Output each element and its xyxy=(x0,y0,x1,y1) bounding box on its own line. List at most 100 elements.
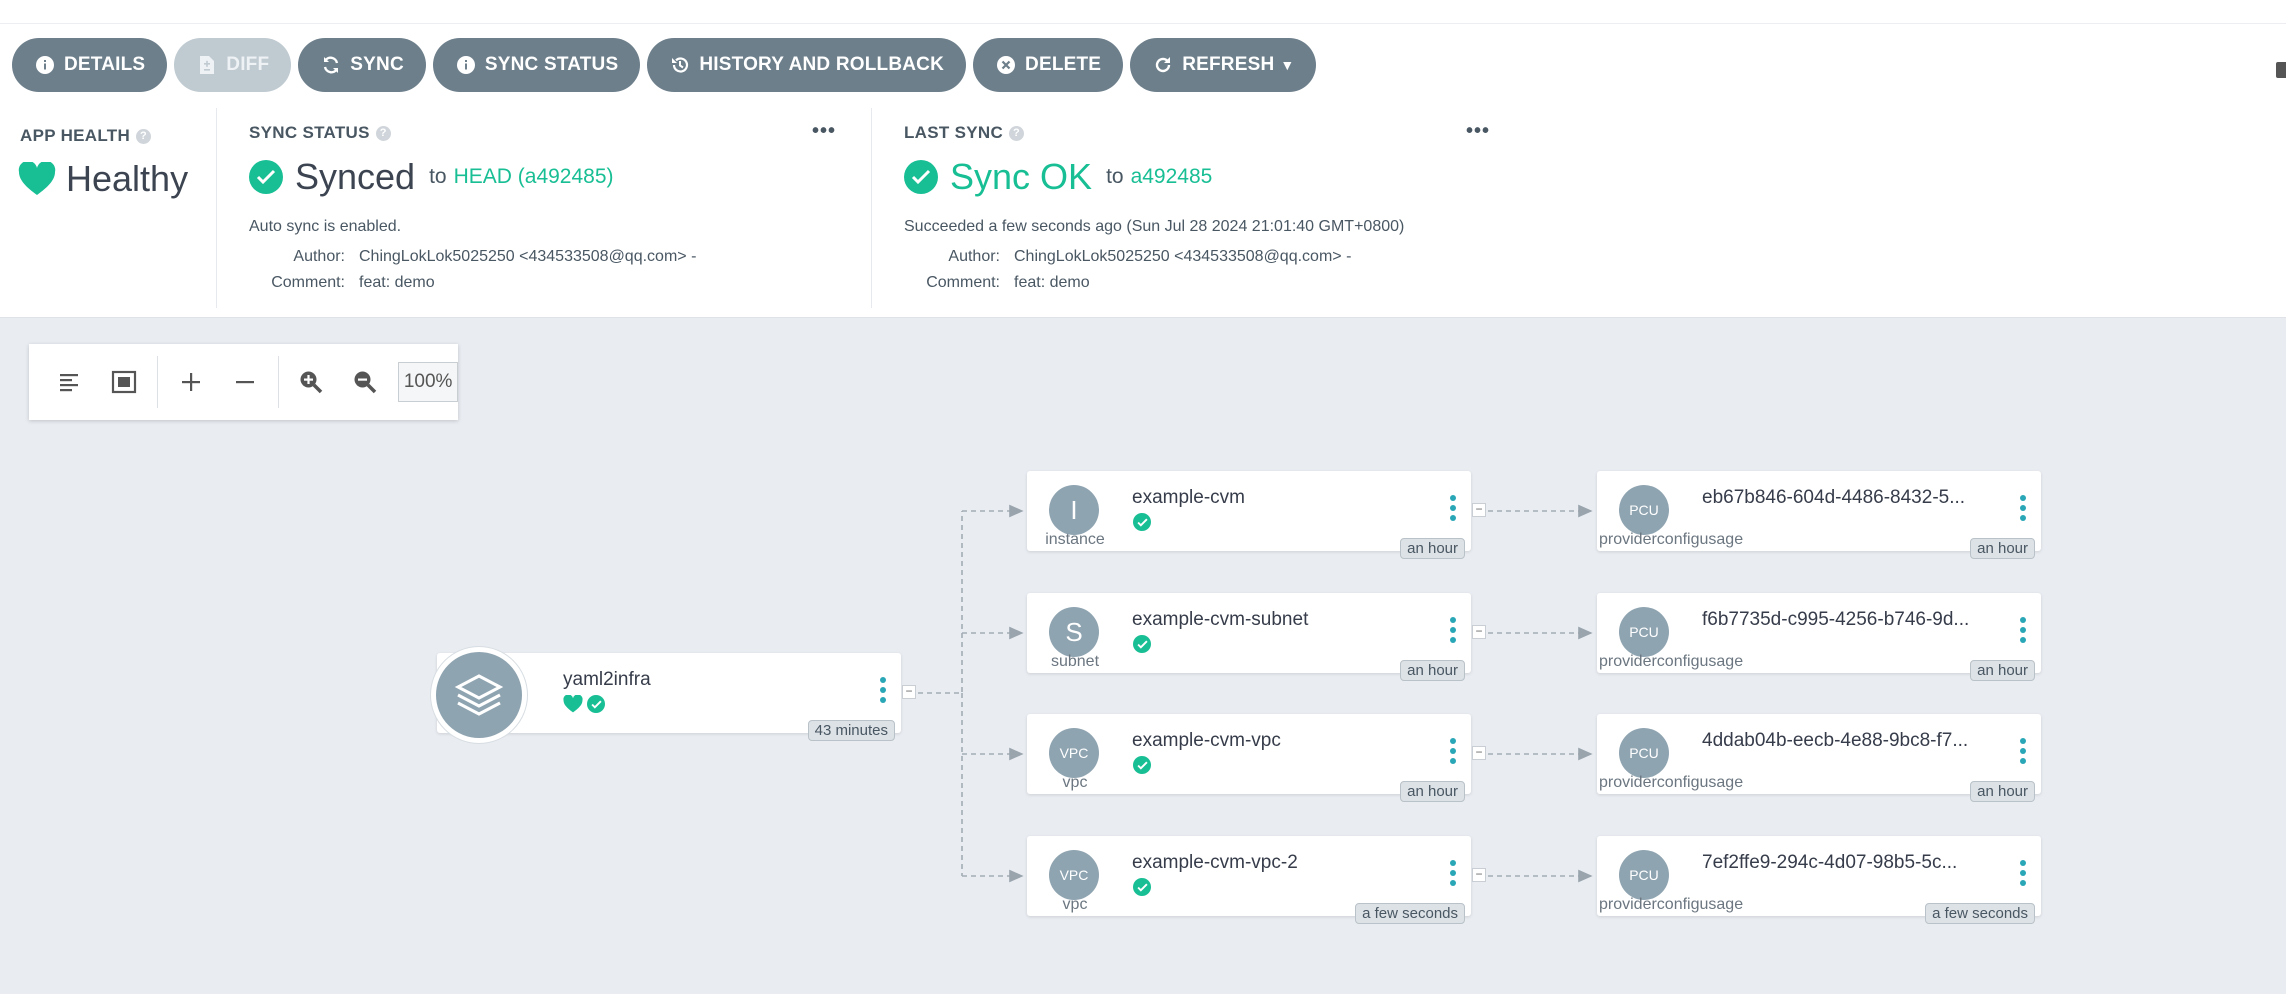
node-age-badge: an hour xyxy=(1970,538,2035,559)
heart-icon xyxy=(18,162,56,195)
resource-kind-icon: VPC xyxy=(1049,728,1099,778)
resource-kind-icon-label: PCU xyxy=(1629,624,1659,640)
node-menu-icon[interactable] xyxy=(1449,617,1457,643)
node-age-badge: a few seconds xyxy=(1925,903,2035,924)
node-age-badge: an hour xyxy=(1400,781,1465,802)
node-age-badge: an hour xyxy=(1400,538,1465,559)
help-icon[interactable]: ? xyxy=(375,125,391,141)
resource-kind-icon: PCU xyxy=(1619,607,1669,657)
node-status xyxy=(1133,878,1151,896)
check-circle-icon xyxy=(904,160,938,194)
heart-icon xyxy=(563,695,583,713)
child-resource-node[interactable]: PCU providerconfigusage 7ef2ffe9-294c-4d07… xyxy=(1597,836,2041,924)
node-menu-icon[interactable] xyxy=(2019,860,2027,886)
child-resource-node[interactable]: PCU providerconfigusage f6b7735d-c995-4256… xyxy=(1597,593,2041,681)
help-icon[interactable]: ? xyxy=(136,128,152,144)
lock-icon xyxy=(2276,62,2286,78)
resource-kind-icon: S xyxy=(1049,607,1099,657)
resource-kind-icon: PCU xyxy=(1619,485,1669,535)
last-sync-value: Sync OK xyxy=(950,156,1093,197)
node-age-badge: an hour xyxy=(1970,781,2035,802)
app-toolbar: DETAILS DIFF SYNC SYNC STATUS HISTORY AN… xyxy=(12,38,1317,92)
node-name: example-cvm-subnet xyxy=(1132,609,1309,630)
author-label: Author: xyxy=(948,248,1000,265)
app-health-value: Healthy xyxy=(66,158,189,199)
node-menu-icon[interactable] xyxy=(1449,738,1457,764)
resource-kind-icon-label: PCU xyxy=(1629,745,1659,761)
comment-value: feat: demo xyxy=(359,274,435,291)
history-rollback-button[interactable]: HISTORY AND ROLLBACK xyxy=(647,38,967,92)
file-diff-icon xyxy=(196,54,218,76)
node-menu-icon[interactable] xyxy=(1449,860,1457,886)
node-name: example-cvm-vpc-2 xyxy=(1132,852,1298,873)
resource-kind-icon: I xyxy=(1049,485,1099,535)
delete-label: DELETE xyxy=(1025,54,1102,75)
sync-status-revision-link[interactable]: HEAD (a492485) xyxy=(454,165,614,189)
node-menu-icon[interactable] xyxy=(2019,738,2027,764)
refresh-label: REFRESH xyxy=(1182,54,1275,75)
collapse-toggle[interactable]: − xyxy=(1472,868,1486,882)
author-value: ChingLokLok5025250 <434533508@qq.com> - xyxy=(1014,248,1352,265)
sync-status-title-text: SYNC STATUS xyxy=(249,123,370,142)
history-label: HISTORY AND ROLLBACK xyxy=(699,54,945,75)
sync-status-panel: SYNC STATUS ? ••• Synced to HEAD (a49248… xyxy=(217,104,871,312)
sync-status-more-icon[interactable]: ••• xyxy=(812,120,836,143)
resource-kind: vpc xyxy=(1062,896,1088,913)
app-health-title-text: APP HEALTH xyxy=(20,126,131,145)
help-icon[interactable]: ? xyxy=(1009,125,1025,141)
caret-down-icon: ▼ xyxy=(1280,57,1295,73)
check-circle-icon xyxy=(1133,513,1151,531)
resource-node[interactable]: VPC vpc example-cvm-vpc an hour − xyxy=(1027,714,1486,802)
node-name: example-cvm xyxy=(1132,487,1245,508)
check-circle-icon xyxy=(587,695,605,713)
resource-kind: providerconfigusage xyxy=(1599,774,1744,791)
node-name: f6b7735d-c995-4256-b746-9d... xyxy=(1702,609,1970,630)
last-sync-panel: LAST SYNC ? ••• Sync OK to a492485 Succe… xyxy=(872,104,1512,312)
comment-value: feat: demo xyxy=(1014,274,1090,291)
check-circle-icon xyxy=(249,160,283,194)
last-sync-comment-row: Comment: feat: demo xyxy=(872,274,1090,292)
details-button[interactable]: DETAILS xyxy=(12,38,168,92)
details-label: DETAILS xyxy=(64,54,146,75)
info-icon xyxy=(34,54,56,76)
node-status xyxy=(563,695,605,713)
resource-kind: providerconfigusage xyxy=(1599,653,1744,670)
resource-kind: vpc xyxy=(1062,774,1088,791)
sync-status-button[interactable]: SYNC STATUS xyxy=(432,38,641,92)
resource-node[interactable]: Iinstance example-cvm an hour − xyxy=(1027,471,1486,559)
last-sync-detail: Succeeded a few seconds ago (Sun Jul 28 … xyxy=(904,218,1405,235)
child-resource-node[interactable]: PCU providerconfigusage eb67b846-604d-4486… xyxy=(1597,471,2041,559)
history-icon xyxy=(669,54,691,76)
last-sync-author-row: Author: ChingLokLok5025250 <434533508@qq.… xyxy=(872,248,1351,266)
node-age-badge: a few seconds xyxy=(1355,903,1465,924)
resource-kind: subnet xyxy=(1050,653,1100,670)
collapse-toggle[interactable]: − xyxy=(1472,625,1486,639)
sync-author-row: Author: ChingLokLok5025250 <434533508@qq.… xyxy=(217,248,696,266)
last-sync-more-icon[interactable]: ••• xyxy=(1466,120,1490,143)
resource-node[interactable]: VPC vpc example-cvm-vpc-2 a few seconds − xyxy=(1027,836,1486,924)
node-menu-icon[interactable] xyxy=(2019,617,2027,643)
resource-kind-icon-label: VPC xyxy=(1059,745,1089,761)
sync-status-to: to xyxy=(429,165,447,188)
node-menu-icon[interactable] xyxy=(2019,495,2027,521)
resource-node[interactable]: Ssubnet example-cvm-subnet an hour − xyxy=(1027,593,1486,681)
node-menu-icon[interactable] xyxy=(1449,495,1457,521)
refresh-button[interactable]: REFRESH ▼ xyxy=(1130,38,1317,92)
child-resource-node[interactable]: PCU providerconfigusage 4ddab04b-eecb-4e88… xyxy=(1597,714,2041,802)
diff-button[interactable]: DIFF xyxy=(174,38,292,92)
node-age-badge: an hour xyxy=(1970,660,2035,681)
collapse-toggle[interactable]: − xyxy=(902,685,916,699)
root-app-node[interactable]: yaml2infra 43 minutes − xyxy=(431,647,916,743)
last-sync-title: LAST SYNC ? xyxy=(904,123,1025,143)
collapse-toggle[interactable]: − xyxy=(1472,503,1486,517)
collapse-toggle[interactable]: − xyxy=(1472,746,1486,760)
app-health-title: APP HEALTH ? xyxy=(20,126,152,146)
delete-button[interactable]: DELETE xyxy=(973,38,1124,92)
check-circle-icon xyxy=(1133,878,1151,896)
last-sync-revision-link[interactable]: a492485 xyxy=(1131,165,1213,189)
node-age-badge: an hour xyxy=(1400,660,1465,681)
resource-tree-graph[interactable]: 100% yaml2infra 43 minutes − I instance … xyxy=(0,318,2286,994)
node-menu-icon[interactable] xyxy=(879,677,887,703)
diff-label: DIFF xyxy=(226,54,270,75)
sync-button[interactable]: SYNC xyxy=(298,38,426,92)
